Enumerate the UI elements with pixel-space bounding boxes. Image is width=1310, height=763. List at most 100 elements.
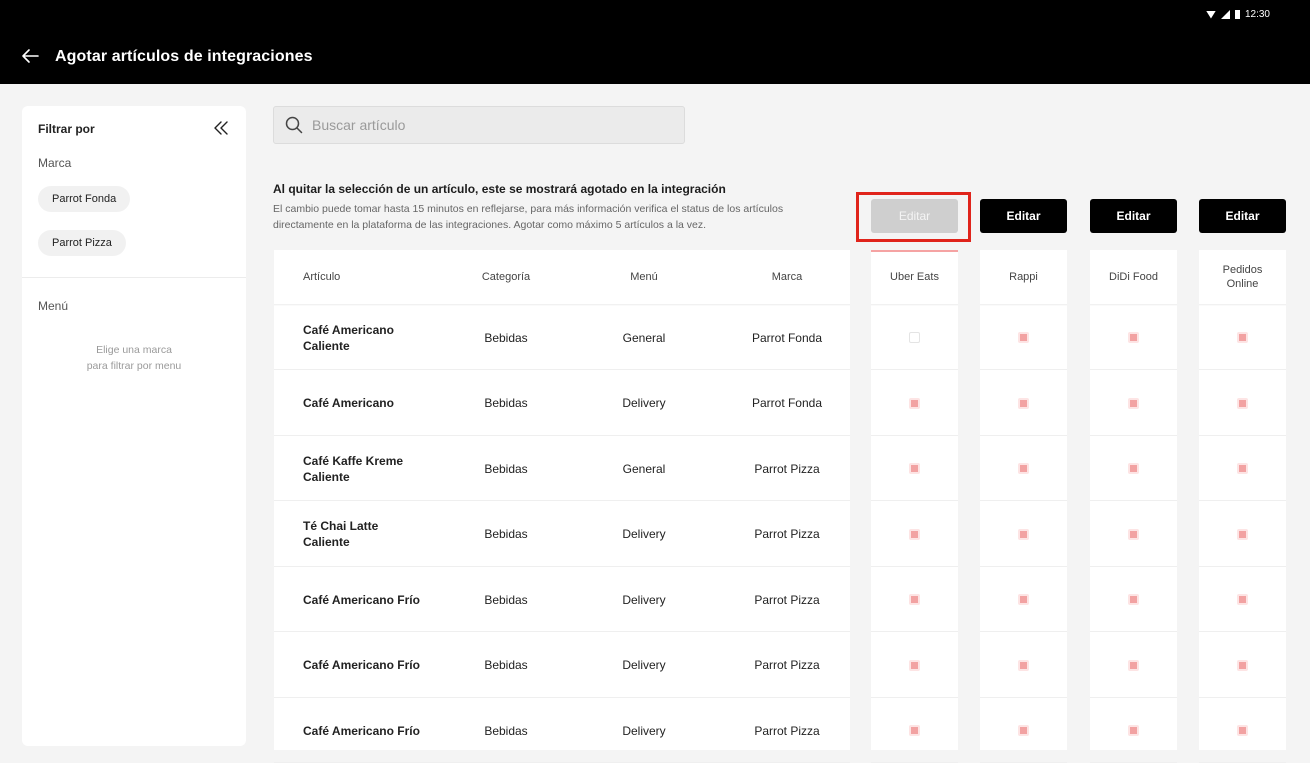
item-menu: Delivery bbox=[622, 527, 666, 541]
integration-cell bbox=[1199, 698, 1286, 763]
integration-cell bbox=[980, 698, 1067, 763]
back-arrow-icon[interactable] bbox=[20, 46, 40, 68]
integration-column-rappi: Rappi bbox=[980, 250, 1067, 763]
highlight-box bbox=[856, 192, 971, 242]
search-input[interactable] bbox=[312, 107, 672, 143]
integration-cell bbox=[871, 698, 958, 763]
menu-hint-line1: Elige una marca bbox=[96, 344, 172, 356]
filter-sidebar: Filtrar por Marca Parrot Fonda Parrot Pi… bbox=[22, 106, 246, 746]
app-header: 12:30 Agotar artículos de integraciones bbox=[0, 0, 1310, 84]
integration-header-uber-eats: Uber Eats bbox=[890, 271, 939, 283]
integration-cell bbox=[1199, 371, 1286, 436]
integration-cell bbox=[1090, 371, 1177, 436]
integration-column-pedidos-online: Pedidos Online bbox=[1199, 250, 1286, 763]
item-brand: Parrot Pizza bbox=[754, 658, 820, 672]
availability-checkbox[interactable] bbox=[1237, 659, 1248, 671]
search-icon bbox=[285, 116, 303, 134]
item-menu: Delivery bbox=[622, 592, 666, 607]
item-menu: Delivery bbox=[622, 658, 666, 672]
availability-checkbox[interactable] bbox=[1128, 528, 1139, 540]
item-brand: Parrot Pizza bbox=[754, 723, 820, 738]
item-menu: Delivery bbox=[622, 723, 666, 738]
wifi-icon bbox=[1205, 10, 1216, 19]
availability-checkbox[interactable] bbox=[1237, 463, 1248, 474]
brand-chip-parrot-fonda[interactable]: Parrot Fonda bbox=[38, 186, 131, 212]
availability-checkbox[interactable] bbox=[1128, 332, 1139, 343]
page-title: Agotar artículos de integraciones bbox=[55, 48, 313, 65]
availability-checkbox[interactable] bbox=[1018, 594, 1029, 605]
availability-checkbox[interactable] bbox=[1018, 528, 1029, 540]
item-category: Bebidas bbox=[484, 723, 528, 738]
availability-checkbox[interactable] bbox=[909, 332, 920, 343]
availability-checkbox[interactable] bbox=[909, 594, 920, 605]
integration-cell bbox=[980, 305, 1067, 370]
availability-checkbox[interactable] bbox=[909, 725, 920, 736]
item-brand: Parrot Pizza bbox=[754, 461, 820, 476]
integration-cell bbox=[980, 567, 1067, 632]
item-category: Bebidas bbox=[484, 527, 528, 541]
availability-checkbox[interactable] bbox=[909, 463, 920, 474]
availability-checkbox[interactable] bbox=[1018, 397, 1029, 409]
integration-cell bbox=[871, 502, 958, 567]
collapse-sidebar-icon[interactable] bbox=[212, 119, 230, 137]
brand-chip-parrot-pizza[interactable]: Parrot Pizza bbox=[38, 230, 126, 256]
menu-hint-line2: para filtrar por menu bbox=[86, 360, 182, 372]
integration-column-didi-food: DiDi Food bbox=[1090, 250, 1177, 763]
item-category: Bebidas bbox=[484, 330, 528, 345]
integration-cell bbox=[1090, 502, 1177, 567]
integration-cell bbox=[871, 305, 958, 370]
availability-checkbox[interactable] bbox=[1018, 463, 1029, 474]
availability-checkbox[interactable] bbox=[1237, 332, 1248, 343]
table-row: Café Americano Frío Bebidas Delivery Parrot… bbox=[274, 567, 850, 632]
item-menu: General bbox=[622, 330, 666, 345]
availability-checkbox[interactable] bbox=[1237, 594, 1248, 605]
item-brand: Parrot Pizza bbox=[754, 527, 820, 541]
edit-button-pedidos-online[interactable]: Editar bbox=[1199, 199, 1286, 233]
integration-cell bbox=[1090, 633, 1177, 698]
battery-icon bbox=[1234, 10, 1240, 19]
availability-checkbox[interactable] bbox=[1128, 659, 1139, 671]
integration-cell bbox=[871, 567, 958, 632]
availability-checkbox[interactable] bbox=[1237, 528, 1248, 540]
integration-cell bbox=[980, 436, 1067, 501]
item-name: Café Kaffe Kreme Caliente bbox=[303, 453, 404, 484]
availability-checkbox[interactable] bbox=[1237, 397, 1248, 409]
availability-checkbox[interactable] bbox=[909, 397, 920, 409]
item-name: Café Americano Frío bbox=[303, 658, 420, 672]
availability-checkbox[interactable] bbox=[1237, 725, 1248, 736]
availability-checkbox[interactable] bbox=[909, 659, 920, 671]
column-header-menu: Menú bbox=[630, 271, 658, 283]
table-row: Café Kaffe Kreme Caliente Bebidas General P… bbox=[274, 436, 850, 501]
table-row: Café Americano Frío Bebidas Delivery Parrot… bbox=[274, 698, 850, 763]
availability-checkbox[interactable] bbox=[1128, 463, 1139, 474]
integration-cell bbox=[1199, 502, 1286, 567]
signal-icon bbox=[1220, 10, 1230, 19]
item-name: Té Chai Latte Caliente bbox=[303, 519, 379, 549]
item-category: Bebidas bbox=[484, 658, 528, 672]
availability-checkbox[interactable] bbox=[1018, 332, 1029, 343]
availability-checkbox[interactable] bbox=[1018, 659, 1029, 671]
item-category: Bebidas bbox=[484, 396, 528, 410]
item-name: Café Americano Caliente bbox=[303, 322, 394, 353]
item-brand: Parrot Fonda bbox=[751, 396, 823, 410]
integration-cell bbox=[980, 371, 1067, 436]
availability-checkbox[interactable] bbox=[1128, 725, 1139, 736]
menu-label: Menú bbox=[38, 299, 69, 313]
column-header-marca: Marca bbox=[771, 271, 803, 283]
integration-cell bbox=[871, 371, 958, 436]
integration-cell bbox=[1199, 567, 1286, 632]
availability-checkbox[interactable] bbox=[909, 528, 920, 540]
item-brand: Parrot Fonda bbox=[751, 330, 823, 345]
edit-button-didi-food[interactable]: Editar bbox=[1090, 199, 1177, 233]
integration-cell bbox=[871, 633, 958, 698]
availability-checkbox[interactable] bbox=[1128, 594, 1139, 605]
integration-cell bbox=[1199, 305, 1286, 370]
table-row: Café Americano Frío Bebidas Delivery Parrot… bbox=[274, 633, 850, 698]
edit-button-rappi[interactable]: Editar bbox=[980, 199, 1067, 233]
integration-cell bbox=[980, 633, 1067, 698]
item-name: Café Americano bbox=[303, 396, 394, 410]
availability-checkbox[interactable] bbox=[1128, 397, 1139, 409]
info-title: Al quitar la selección de un artículo, e… bbox=[273, 182, 726, 196]
availability-checkbox[interactable] bbox=[1018, 725, 1029, 736]
integration-cell bbox=[1090, 305, 1177, 370]
